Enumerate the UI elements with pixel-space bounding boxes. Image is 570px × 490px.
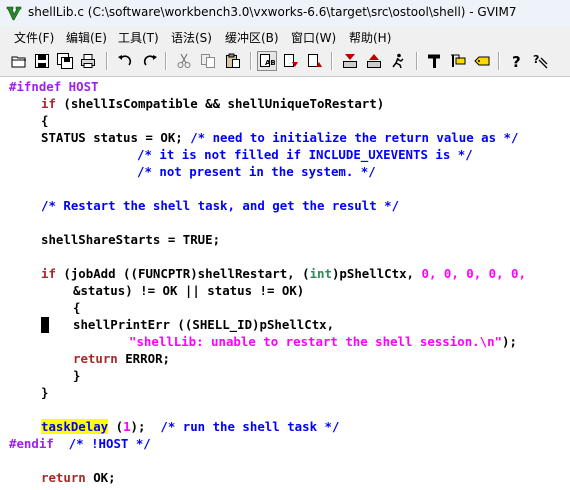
- make-button[interactable]: [424, 51, 444, 71]
- question-mark-icon: ?: [512, 53, 521, 69]
- tags-icon: [451, 54, 466, 67]
- menu-window[interactable]: 窗口(W): [291, 29, 336, 46]
- find-help-icon: ?: [533, 53, 548, 69]
- find-previous-icon: [308, 54, 322, 67]
- load-session-icon: [343, 54, 357, 68]
- code-line: shellShareStarts = TRUE;: [41, 232, 221, 247]
- open-folder-icon: [11, 56, 26, 68]
- save-button[interactable]: [32, 51, 52, 71]
- code-line: taskDelay (1); /* run the shell task */: [41, 419, 340, 434]
- title-bar: shellLib.c (C:\software\workbench3.0\vxw…: [0, 0, 570, 27]
- code-line: "shellLib: unable to restart the shell s…: [129, 334, 517, 349]
- replace-button[interactable]: AB: [257, 51, 277, 71]
- code-line: shellPrintErr ((SHELL_ID)pShellCtx,: [73, 317, 335, 332]
- gvim-app-icon: [6, 6, 22, 21]
- build-tags-button[interactable]: [448, 51, 468, 71]
- find-next-button[interactable]: [281, 51, 301, 71]
- svg-text:?: ?: [533, 53, 539, 66]
- print-button[interactable]: [78, 51, 98, 71]
- code-line: /* not present in the system. */: [137, 164, 376, 179]
- load-session-button[interactable]: [340, 51, 360, 71]
- menu-file[interactable]: 文件(F): [14, 29, 54, 46]
- jump-tag-button[interactable]: [472, 51, 492, 71]
- svg-text:?: ?: [512, 53, 521, 69]
- open-file-button[interactable]: [9, 51, 29, 71]
- hammer-icon: [428, 54, 440, 68]
- menu-syntax[interactable]: 语法(S): [171, 29, 212, 46]
- code-line: {: [73, 300, 81, 315]
- find-prev-button[interactable]: [305, 51, 325, 71]
- window-title: shellLib.c (C:\software\workbench3.0\vxw…: [28, 5, 517, 19]
- code-line: }: [73, 368, 81, 383]
- redo-button[interactable]: [140, 51, 160, 71]
- help-button[interactable]: ?: [506, 51, 526, 71]
- running-man-icon: [392, 53, 404, 69]
- save-session-button[interactable]: [364, 51, 384, 71]
- copy-icon: [201, 54, 215, 68]
- find-replace-icon: AB: [260, 54, 275, 67]
- undo-button[interactable]: [115, 51, 135, 71]
- svg-text:AB: AB: [265, 59, 275, 67]
- menu-bar: 文件(F) 编辑(E) 工具(T) 语法(S) 缓冲区(B) 窗口(W) 帮助(…: [0, 26, 570, 46]
- redo-icon: [143, 55, 157, 66]
- toolbar: AB ? ?: [0, 46, 570, 77]
- code-line: /* Restart the shell task, and get the r…: [41, 198, 400, 213]
- save-session-icon: [367, 54, 381, 68]
- menu-help[interactable]: 帮助(H): [349, 29, 391, 46]
- run-script-button[interactable]: [388, 51, 408, 71]
- code-line: if (jobAdd ((FUNCPTR)shellRestart, (int)…: [41, 266, 526, 281]
- code-line: /* it is not filled if INCLUDE_UXEVENTS …: [137, 147, 473, 162]
- code-line: }: [41, 385, 49, 400]
- code-line: return OK;: [41, 470, 116, 485]
- floppy-disk-icon: [35, 54, 49, 68]
- undo-icon: [118, 55, 132, 66]
- text-cursor: [41, 317, 49, 333]
- cut-button[interactable]: [174, 51, 194, 71]
- code-line: {: [41, 113, 49, 128]
- code-line: &status) != OK || status != OK): [73, 283, 305, 298]
- scissors-icon: [177, 53, 191, 68]
- paste-icon: [226, 53, 240, 68]
- paste-button[interactable]: [223, 51, 243, 71]
- menu-buffers[interactable]: 缓冲区(B): [225, 29, 279, 46]
- save-all-button[interactable]: [55, 51, 75, 71]
- copy-button[interactable]: [198, 51, 218, 71]
- tag-jump-icon: [474, 56, 490, 66]
- save-all-icon: [57, 53, 73, 69]
- menu-tools[interactable]: 工具(T): [118, 29, 159, 46]
- code-line: if (shellIsCompatible && shellUniqueToRe…: [41, 96, 385, 111]
- menu-edit[interactable]: 编辑(E): [66, 29, 107, 46]
- code-line: STATUS status = OK; /* need to initializ…: [41, 130, 519, 145]
- code-line: #endif /* !HOST */: [9, 436, 151, 451]
- find-help-button[interactable]: ?: [530, 51, 550, 71]
- find-next-icon: [284, 54, 298, 67]
- editor-text-area[interactable]: #ifndef HOST if (shellIsCompatible && sh…: [0, 77, 570, 490]
- printer-icon: [81, 54, 95, 68]
- code-line: return ERROR;: [73, 351, 170, 366]
- code-line: #ifndef HOST: [9, 79, 99, 94]
